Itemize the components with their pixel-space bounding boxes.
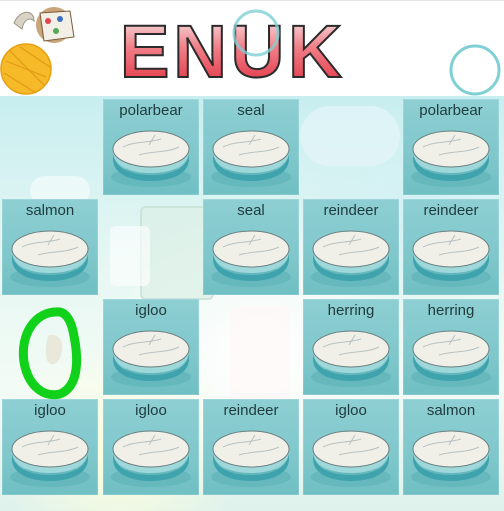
tile-seal[interactable]: seal	[203, 99, 299, 195]
tile-igloo[interactable]: igloo	[103, 399, 199, 495]
tile-igloo[interactable]: igloo	[2, 399, 98, 495]
tile-label: herring	[427, 302, 475, 319]
tile-label: seal	[237, 102, 265, 119]
tile-herring[interactable]: herring	[403, 299, 499, 395]
tile-seal[interactable]: seal	[203, 199, 299, 295]
ice-floe-icon	[311, 430, 391, 487]
ice-floe-icon	[311, 230, 391, 287]
ice-floe-icon	[10, 430, 90, 487]
ice-floe-icon	[411, 130, 491, 187]
ice-floe-icon	[411, 330, 491, 387]
tile-polarbear[interactable]: polarbear	[403, 99, 499, 195]
ice-floe-icon	[10, 230, 90, 287]
tile-label: reindeer	[223, 402, 279, 419]
ice-floe-icon	[411, 430, 491, 487]
tile-label: reindeer	[423, 202, 479, 219]
bubble-ring-icon	[449, 44, 501, 96]
snack-icon[interactable]	[0, 3, 86, 95]
tile-label: reindeer	[323, 202, 379, 219]
tile-herring[interactable]: herring	[303, 299, 399, 395]
tile-reindeer[interactable]: reindeer	[403, 199, 499, 295]
tile-label: seal	[237, 202, 265, 219]
ice-floe-icon	[111, 430, 191, 487]
ice-floe-icon	[111, 330, 191, 387]
tile-label: igloo	[135, 302, 167, 319]
logo-text: ENUK	[120, 10, 346, 93]
tile-polarbear[interactable]: polarbear	[103, 99, 199, 195]
pointer-cursor-icon	[18, 307, 82, 400]
ice-floe-icon	[211, 130, 291, 187]
ice-floe-icon	[311, 330, 391, 387]
enuk-logo: ENUK	[119, 9, 346, 94]
tile-label: igloo	[135, 402, 167, 419]
ice-floe-icon	[211, 230, 291, 287]
tile-igloo[interactable]: igloo	[303, 399, 399, 495]
tile-label: igloo	[34, 402, 66, 419]
tile-label: polarbear	[119, 102, 183, 119]
ice-floe-icon	[211, 430, 291, 487]
tile-igloo[interactable]: igloo	[103, 299, 199, 395]
tile-label: salmon	[426, 402, 476, 419]
tile-salmon[interactable]: salmon	[2, 199, 98, 295]
tile-label: herring	[327, 302, 375, 319]
header: ENUK	[0, 0, 504, 97]
tile-label: igloo	[335, 402, 367, 419]
tile-reindeer[interactable]: reindeer	[303, 199, 399, 295]
ice-floe-icon	[411, 230, 491, 287]
ice-floe-icon	[111, 130, 191, 187]
tile-reindeer[interactable]: reindeer	[203, 399, 299, 495]
tile-label: polarbear	[419, 102, 483, 119]
tile-label: salmon	[25, 202, 75, 219]
tile-salmon[interactable]: salmon	[403, 399, 499, 495]
